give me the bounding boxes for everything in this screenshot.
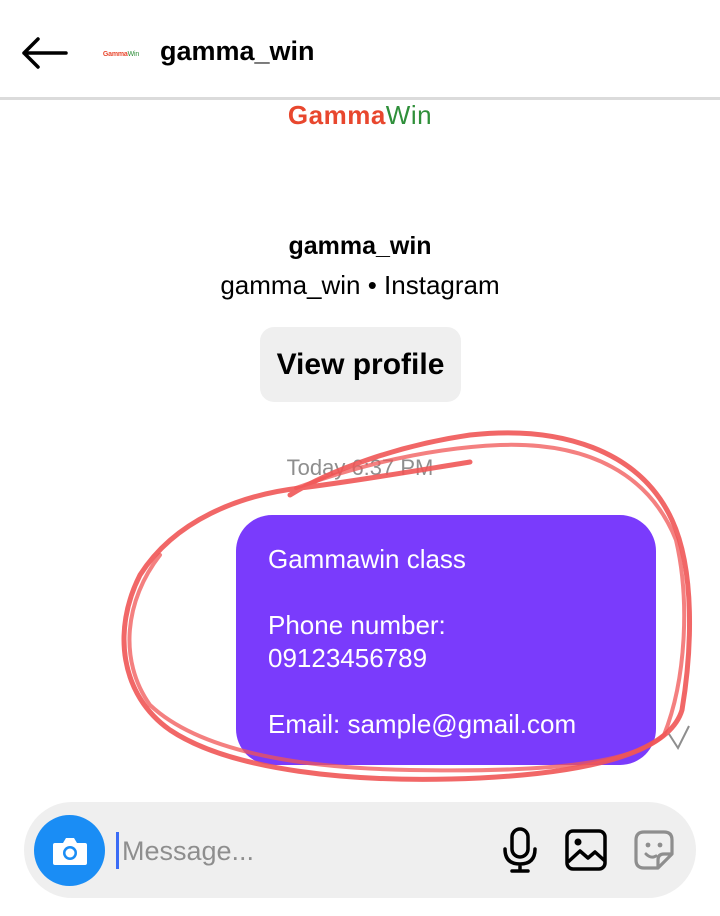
camera-button[interactable] bbox=[34, 815, 105, 886]
gallery-icon bbox=[565, 829, 607, 871]
view-profile-button[interactable]: View profile bbox=[260, 327, 461, 402]
message-composer bbox=[24, 802, 696, 898]
message-line: 09123456789 bbox=[268, 643, 428, 673]
chat-header: Gamma Win gamma_win bbox=[0, 0, 720, 100]
microphone-icon bbox=[503, 827, 537, 873]
camera-icon bbox=[52, 837, 87, 865]
sticker-button[interactable] bbox=[630, 826, 678, 874]
profile-logo: GammaWin bbox=[0, 100, 720, 131]
profile-subtitle: gamma_win • Instagram bbox=[220, 270, 500, 300]
message-bubble[interactable]: Gammawin class Phone number: 09123456789… bbox=[236, 515, 656, 765]
header-avatar[interactable]: Gamma Win bbox=[98, 45, 144, 63]
back-button[interactable] bbox=[18, 30, 70, 76]
chat-title[interactable]: gamma_win bbox=[160, 36, 315, 67]
profile-name: gamma_win bbox=[288, 232, 432, 260]
check-icon bbox=[668, 725, 690, 751]
message-input[interactable] bbox=[120, 826, 484, 876]
logo-text-gamma: Gamma bbox=[287, 100, 386, 130]
arrow-left-icon bbox=[22, 37, 68, 69]
message-line: Phone number: bbox=[268, 610, 446, 640]
message-line: Email: sample@gmail.com bbox=[268, 709, 577, 739]
microphone-button[interactable] bbox=[496, 826, 544, 874]
text-caret bbox=[116, 832, 119, 869]
gallery-button[interactable] bbox=[562, 826, 610, 874]
sticker-icon bbox=[634, 830, 674, 870]
message-timestamp: Today 6:37 PM bbox=[286, 455, 434, 480]
logo-text-win: Win bbox=[385, 100, 433, 130]
message-line: Gammawin class bbox=[268, 544, 466, 574]
